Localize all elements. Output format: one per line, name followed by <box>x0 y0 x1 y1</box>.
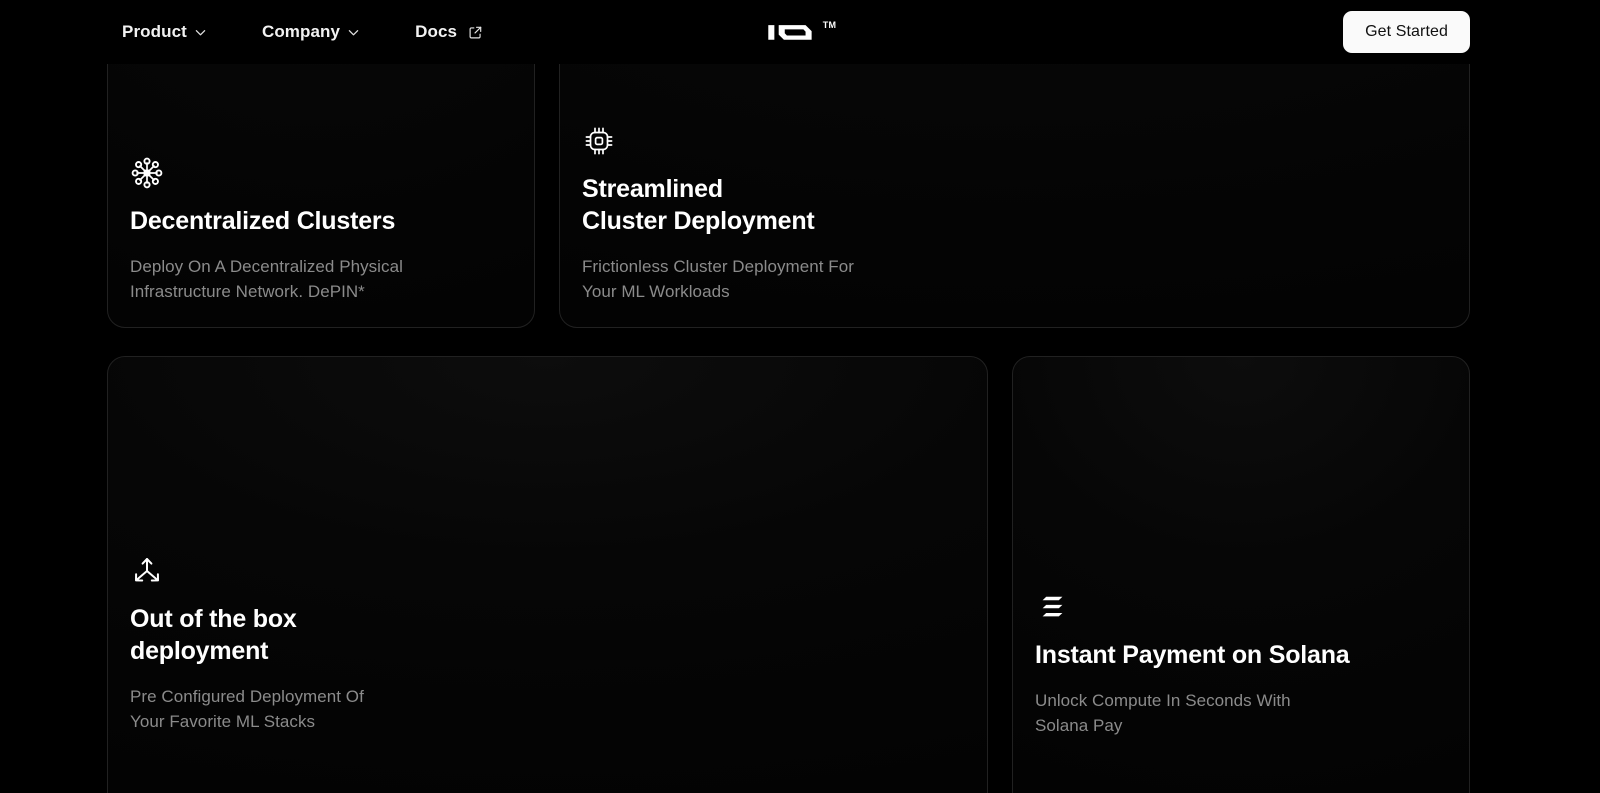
card-title: Decentralized Clusters <box>130 207 396 235</box>
nav-item-label: Product <box>122 22 187 41</box>
nav-item-label: Docs <box>415 22 458 41</box>
card-description: Deploy On A Decentralized Physical Infra… <box>130 256 403 302</box>
get-started-button[interactable]: Get Started <box>1343 11 1470 53</box>
feature-card-out-of-the-box-deployment[interactable]: Out of the box deployment Pre Configured… <box>107 356 988 793</box>
io-logo[interactable]: TM <box>764 19 837 45</box>
card-description: Unlock Compute In Seconds With Solana Pa… <box>1035 690 1291 736</box>
trademark-symbol: TM <box>822 20 837 30</box>
io-logo-mark <box>768 25 812 40</box>
page-root: Product Company Docs TM Get Started Dece… <box>0 0 1600 793</box>
chevron-down-icon <box>195 29 206 35</box>
site-header: Product Company Docs TM Get Started <box>0 0 1600 64</box>
network-cluster-icon <box>130 156 164 190</box>
main-nav: Product Company Docs <box>122 0 482 64</box>
nav-item-product[interactable]: Product <box>122 22 206 42</box>
chevron-down-icon <box>348 29 359 35</box>
solana-icon <box>1035 590 1069 624</box>
external-link-icon <box>469 26 482 38</box>
card-title: Out of the box deployment <box>130 605 297 665</box>
nav-item-docs[interactable]: Docs <box>415 22 482 42</box>
nav-item-label: Company <box>261 22 341 41</box>
card-description: Pre Configured Deployment Of Your Favori… <box>130 686 364 732</box>
cpu-chip-icon <box>582 124 616 158</box>
card-title: Instant Payment on Solana <box>1035 641 1350 669</box>
nav-item-company[interactable]: Company <box>262 22 359 42</box>
card-title: Streamlined Cluster Deployment <box>582 175 815 235</box>
card-description: Frictionless Cluster Deployment For Your… <box>582 256 854 302</box>
feature-card-grid: Decentralized Clusters Deploy On A Decen… <box>0 0 1600 793</box>
expand-arrows-icon <box>130 554 164 588</box>
feature-card-instant-payment-on-solana[interactable]: Instant Payment on Solana Unlock Compute… <box>1012 356 1470 793</box>
